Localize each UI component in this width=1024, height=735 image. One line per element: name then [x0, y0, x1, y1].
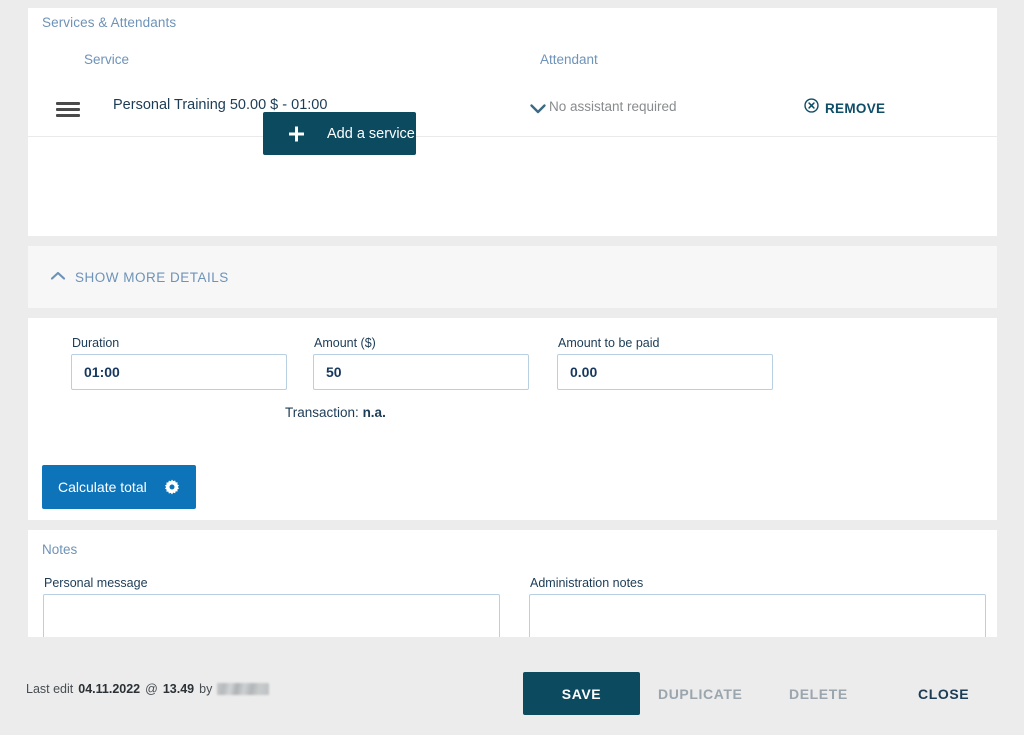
show-more-details-label: SHOW MORE DETAILS — [75, 270, 229, 285]
service-select[interactable]: Personal Training 50.00 $ - 01:00 — [113, 97, 327, 113]
footer-bar: Last edit 04.11.2022 @ 13.49 by — [0, 637, 1024, 735]
calculate-total-button[interactable]: Calculate total — [42, 465, 196, 509]
notes-panel: Notes Personal message Administration no… — [28, 530, 997, 637]
add-service-button[interactable]: Add a service — [263, 112, 416, 155]
amount-to-be-paid-label: Amount to be paid — [558, 336, 659, 350]
services-section-title: Services & Attendants — [42, 15, 176, 30]
hamburger-drag-icon[interactable] — [56, 101, 80, 117]
close-button[interactable]: CLOSE — [918, 672, 963, 715]
show-more-details-toggle[interactable]: SHOW MORE DETAILS — [50, 268, 229, 286]
service-row: Personal Training 50.00 $ - 01:00 No ass… — [28, 84, 997, 137]
add-service-label: Add a service — [327, 126, 415, 142]
last-edit-date: 04.11.2022 — [78, 682, 140, 696]
personal-message-textarea[interactable] — [43, 594, 500, 637]
duplicate-button[interactable]: DUPLICATE — [658, 672, 740, 715]
appointment-editor: Services & Attendants Service Attendant … — [0, 0, 1024, 735]
duration-label: Duration — [72, 336, 119, 350]
remove-label: REMOVE — [825, 101, 885, 116]
scrollable-content[interactable]: Services & Attendants Service Attendant … — [0, 0, 1024, 637]
amount-to-be-paid-input[interactable] — [557, 354, 773, 390]
administration-notes-label: Administration notes — [530, 576, 643, 590]
last-edit-at: @ — [145, 682, 158, 696]
save-button[interactable]: SAVE — [523, 672, 640, 715]
attendant-value[interactable]: No assistant required — [549, 99, 677, 114]
amount-label: Amount ($) — [314, 336, 376, 350]
circle-x-icon — [804, 98, 819, 118]
show-more-details-panel[interactable]: SHOW MORE DETAILS — [28, 246, 997, 308]
last-edit-by: by — [199, 682, 212, 696]
plus-icon — [289, 126, 304, 141]
last-edit-prefix: Last edit — [26, 682, 73, 696]
amounts-panel: Duration Amount ($) Amount to be paid Tr… — [28, 318, 997, 520]
administration-notes-textarea[interactable] — [529, 594, 986, 637]
transaction-status: Transaction: n.a. — [285, 405, 386, 420]
amount-input[interactable] — [313, 354, 529, 390]
last-edit-time: 13.49 — [163, 682, 194, 696]
gear-icon — [164, 479, 180, 495]
remove-service-button[interactable]: REMOVE — [804, 98, 885, 118]
chevron-down-icon[interactable] — [528, 102, 548, 116]
personal-message-label: Personal message — [44, 576, 148, 590]
notes-section-title: Notes — [42, 542, 77, 557]
services-attendants-panel: Services & Attendants Service Attendant … — [28, 8, 997, 236]
delete-button[interactable]: DELETE — [789, 672, 841, 715]
transaction-value: n.a. — [363, 405, 386, 420]
last-edit-user-redacted — [217, 683, 269, 695]
column-header-service: Service — [84, 52, 129, 67]
column-header-attendant: Attendant — [540, 52, 598, 67]
last-edit-info: Last edit 04.11.2022 @ 13.49 by — [26, 682, 269, 696]
calculate-total-label: Calculate total — [58, 479, 147, 495]
transaction-prefix: Transaction: — [285, 405, 359, 420]
chevron-up-icon — [50, 268, 66, 286]
duration-input[interactable] — [71, 354, 287, 390]
